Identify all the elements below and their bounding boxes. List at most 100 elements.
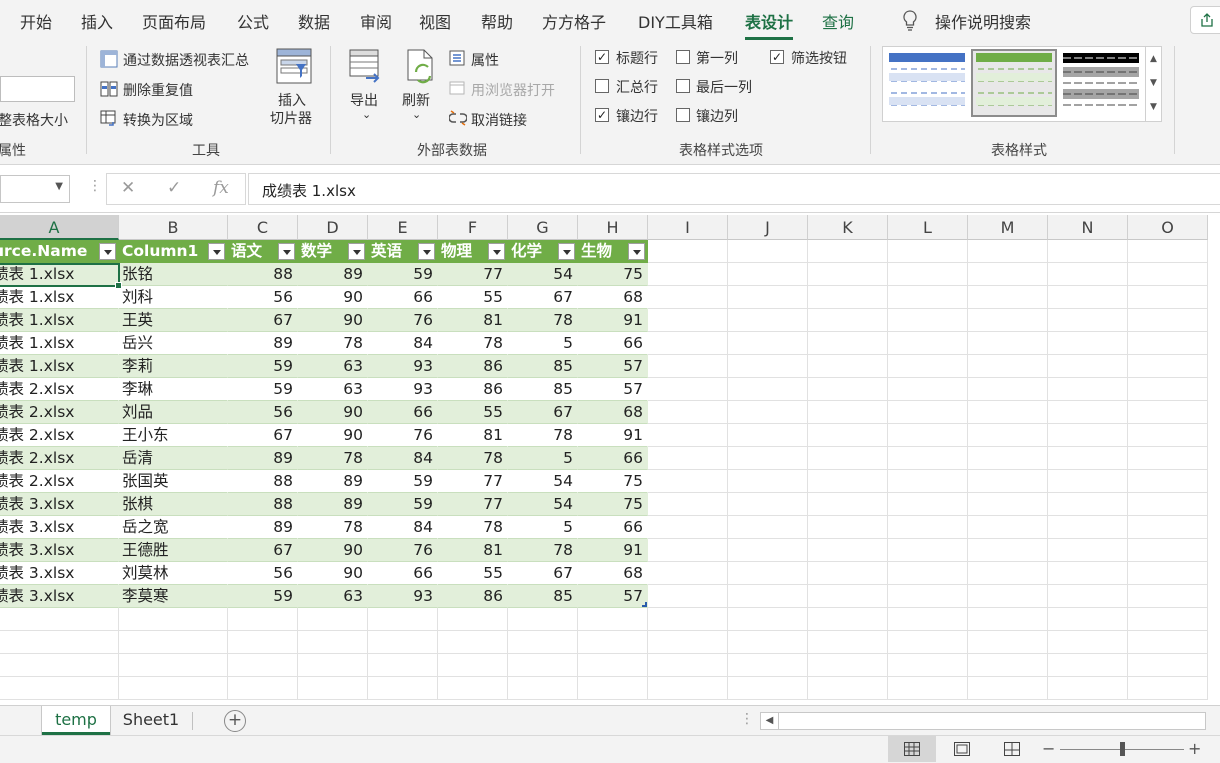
empty-cell[interactable]	[1048, 470, 1128, 493]
empty-cell[interactable]	[1048, 240, 1128, 263]
table-cell[interactable]: 绩表 3.xlsx	[0, 585, 119, 608]
sheet-tab-sheet1[interactable]: Sheet1	[114, 706, 188, 735]
empty-cell[interactable]	[648, 286, 728, 309]
empty-cell[interactable]	[648, 263, 728, 286]
table-cell[interactable]: 59	[228, 355, 298, 378]
empty-cell[interactable]	[728, 585, 808, 608]
empty-cell[interactable]	[1048, 562, 1128, 585]
table-cell[interactable]: 5	[508, 516, 578, 539]
horizontal-scrollbar[interactable]: ◀	[760, 712, 1206, 730]
empty-cell[interactable]	[298, 631, 368, 654]
empty-cell[interactable]	[968, 424, 1048, 447]
column-header-n[interactable]: N	[1048, 215, 1128, 240]
empty-cell[interactable]	[968, 585, 1048, 608]
zoom-in-button[interactable]: +	[1188, 739, 1201, 758]
empty-cell[interactable]	[968, 516, 1048, 539]
empty-cell[interactable]	[228, 677, 298, 700]
empty-cell[interactable]	[808, 286, 888, 309]
table-cell[interactable]: 59	[368, 470, 438, 493]
tab-table-design[interactable]: 表设计	[745, 9, 794, 40]
table-cell[interactable]: 84	[368, 516, 438, 539]
table-cell[interactable]: 86	[438, 585, 508, 608]
empty-cell[interactable]	[728, 654, 808, 677]
empty-cell[interactable]	[648, 493, 728, 516]
unlink-button[interactable]: 取消链接	[471, 110, 527, 130]
empty-cell[interactable]	[728, 424, 808, 447]
table-cell[interactable]: 54	[508, 493, 578, 516]
column-header-d[interactable]: D	[298, 215, 368, 240]
table-cell[interactable]: 56	[228, 401, 298, 424]
column-header-a[interactable]: A	[0, 215, 119, 240]
empty-cell[interactable]	[1048, 424, 1128, 447]
empty-cell[interactable]	[1128, 539, 1208, 562]
table-resize-handle[interactable]	[642, 602, 647, 607]
column-header-m[interactable]: M	[968, 215, 1048, 240]
table-cell[interactable]: 岳清	[119, 447, 228, 470]
empty-cell[interactable]	[888, 355, 968, 378]
filter-dropdown-icon[interactable]	[348, 243, 365, 260]
column-header-b[interactable]: B	[119, 215, 228, 240]
export-button[interactable]: 导出 ⌄	[344, 46, 388, 126]
table-cell[interactable]: 90	[298, 401, 368, 424]
table-cell[interactable]: 绩表 1.xlsx	[0, 263, 119, 286]
empty-cell[interactable]	[728, 608, 808, 631]
table-cell[interactable]: 88	[228, 470, 298, 493]
empty-cell[interactable]	[888, 447, 968, 470]
table-cell[interactable]: 54	[508, 263, 578, 286]
table-cell[interactable]: 81	[438, 539, 508, 562]
table-cell[interactable]: 绩表 1.xlsx	[0, 309, 119, 332]
empty-cell[interactable]	[888, 401, 968, 424]
table-cell[interactable]: 李琳	[119, 378, 228, 401]
resize-table-button[interactable]: 整表格大小	[0, 110, 68, 130]
empty-cell[interactable]	[648, 447, 728, 470]
empty-cell[interactable]	[1048, 539, 1128, 562]
table-cell[interactable]: 75	[578, 470, 648, 493]
empty-cell[interactable]	[228, 654, 298, 677]
empty-cell[interactable]	[1128, 332, 1208, 355]
empty-cell[interactable]	[1128, 378, 1208, 401]
table-cell[interactable]: 55	[438, 286, 508, 309]
empty-cell[interactable]	[648, 378, 728, 401]
empty-cell[interactable]	[1128, 493, 1208, 516]
table-cell[interactable]: 88	[228, 493, 298, 516]
empty-cell[interactable]	[1048, 516, 1128, 539]
last-column-checkbox[interactable]	[676, 79, 690, 93]
empty-cell[interactable]	[1128, 470, 1208, 493]
filter-dropdown-icon[interactable]	[278, 243, 295, 260]
empty-cell[interactable]	[648, 585, 728, 608]
empty-cell[interactable]	[1128, 240, 1208, 263]
empty-cell[interactable]	[648, 677, 728, 700]
filter-button-checkbox[interactable]: ✓	[770, 50, 784, 64]
empty-cell[interactable]	[888, 654, 968, 677]
tab-formulas[interactable]: 公式	[237, 9, 269, 33]
empty-cell[interactable]	[728, 401, 808, 424]
drag-handle-icon[interactable]: ⋮	[740, 711, 754, 727]
empty-cell[interactable]	[808, 355, 888, 378]
empty-cell[interactable]	[968, 401, 1048, 424]
empty-cell[interactable]	[438, 608, 508, 631]
tab-home[interactable]: 开始	[20, 9, 52, 33]
empty-cell[interactable]	[1128, 585, 1208, 608]
table-cell[interactable]: 绩表 1.xlsx	[0, 332, 119, 355]
empty-cell[interactable]	[888, 378, 968, 401]
empty-cell[interactable]	[1128, 631, 1208, 654]
empty-cell[interactable]	[728, 447, 808, 470]
empty-cell[interactable]	[968, 470, 1048, 493]
properties-button[interactable]: 属性	[471, 50, 499, 70]
empty-cell[interactable]	[808, 677, 888, 700]
empty-cell[interactable]	[808, 493, 888, 516]
table-cell[interactable]: 67	[228, 424, 298, 447]
page-layout-view-button[interactable]	[938, 736, 986, 762]
table-cell[interactable]: 5	[508, 447, 578, 470]
table-cell[interactable]: 67	[228, 309, 298, 332]
table-cell[interactable]: 59	[228, 378, 298, 401]
formula-input[interactable]: 成绩表 1.xlsx	[248, 173, 1220, 205]
empty-cell[interactable]	[888, 608, 968, 631]
empty-cell[interactable]	[728, 677, 808, 700]
empty-cell[interactable]	[968, 240, 1048, 263]
empty-cell[interactable]	[578, 654, 648, 677]
table-cell[interactable]: 绩表 2.xlsx	[0, 447, 119, 470]
empty-cell[interactable]	[888, 286, 968, 309]
empty-cell[interactable]	[1048, 286, 1128, 309]
empty-cell[interactable]	[888, 562, 968, 585]
